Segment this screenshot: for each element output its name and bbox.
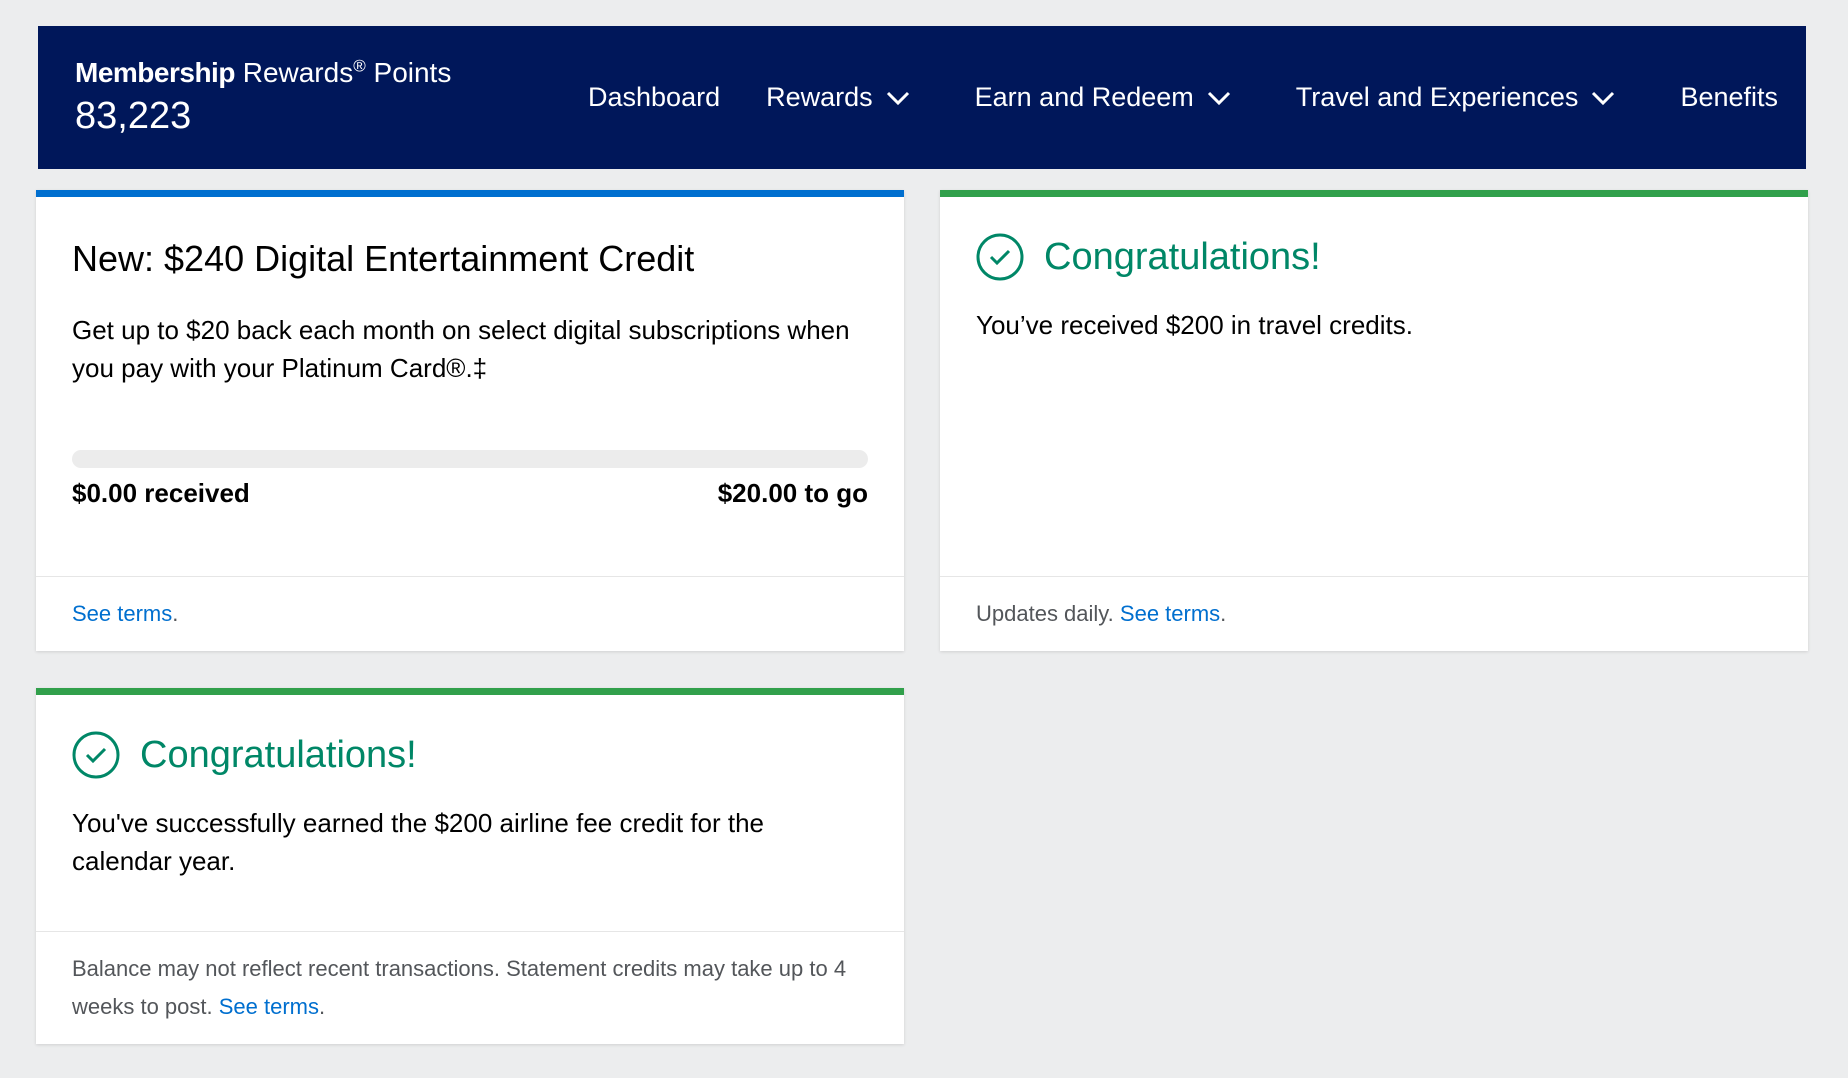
points-balance: 83,223 [75,95,192,137]
registered-mark: ® [353,56,366,76]
airline-fee-credit-card: Congratulations! You've successfully ear… [36,688,904,1044]
card-accent-bar [36,688,904,695]
see-terms-link[interactable]: See terms [219,994,319,1019]
nav-item-label: Dashboard [588,82,721,112]
travel-credit-card: Congratulations! You’ve received $200 in… [940,190,1808,651]
amount-to-go: $20.00 to go [717,478,868,508]
check-circle-icon [976,233,1024,281]
card-description: You’ve received $200 in travel credits. [976,310,1413,340]
footer-period: . [172,601,179,626]
credit-progress-bar [72,450,868,468]
chevron-down-icon [885,89,911,107]
card-description: You've successfully earned the $200 airl… [72,808,764,876]
footer-note: Balance may not reflect recent transacti… [72,956,847,1019]
brand-title-points: Points [373,57,452,88]
top-navigation-bar: Membership Rewards® Points 83,223 Dashbo… [38,26,1806,169]
chevron-down-icon [1590,89,1616,107]
congratulations-header: Congratulations! [976,233,1772,281]
card-footer: Updates daily. See terms. [940,576,1808,651]
footer-period: . [1220,601,1227,626]
nav-item-label: Earn and Redeem [974,82,1194,112]
card-description: Get up to $20 back each month on select … [72,315,850,383]
footer-period: . [319,994,326,1019]
membership-rewards-summary[interactable]: Membership Rewards® Points 83,223 [75,56,451,138]
amount-received: $0.00 received [72,478,250,508]
nav-item-rewards[interactable]: Rewards [766,82,911,113]
progress-labels: $0.00 received $20.00 to go [72,478,868,509]
nav-item-benefits[interactable]: Benefits [1680,82,1778,113]
footer-note: Updates daily. [976,601,1120,626]
nav-item-label: Rewards [766,82,873,112]
digital-entertainment-credit-card: New: $240 Digital Entertainment Credit G… [36,190,904,651]
see-terms-link[interactable]: See terms [72,601,172,626]
brand-title: Membership Rewards® Points [75,56,451,90]
card-accent-bar [36,190,904,197]
brand-title-bold: Membership [75,57,235,88]
nav-item-dashboard[interactable]: Dashboard [588,82,720,113]
nav-item-label: Benefits [1680,82,1778,112]
brand-title-rewards: Rewards [242,57,354,88]
card-title: New: $240 Digital Entertainment Credit [72,238,695,279]
main-menu: Dashboard Rewards Earn and Redeem Travel… [588,26,1806,169]
card-title: Congratulations! [140,734,417,776]
nav-item-label: Travel and Experiences [1295,82,1579,112]
card-title: Congratulations! [1044,236,1321,278]
nav-item-travel-and-experiences[interactable]: Travel and Experiences [1296,82,1617,113]
see-terms-link[interactable]: See terms [1120,601,1220,626]
card-accent-bar [940,190,1808,197]
card-footer: See terms. [36,576,904,651]
chevron-down-icon [1206,89,1232,107]
nav-item-earn-and-redeem[interactable]: Earn and Redeem [975,82,1232,113]
check-circle-icon [72,731,120,779]
congratulations-header: Congratulations! [72,731,868,779]
card-footer: Balance may not reflect recent transacti… [36,931,904,1044]
